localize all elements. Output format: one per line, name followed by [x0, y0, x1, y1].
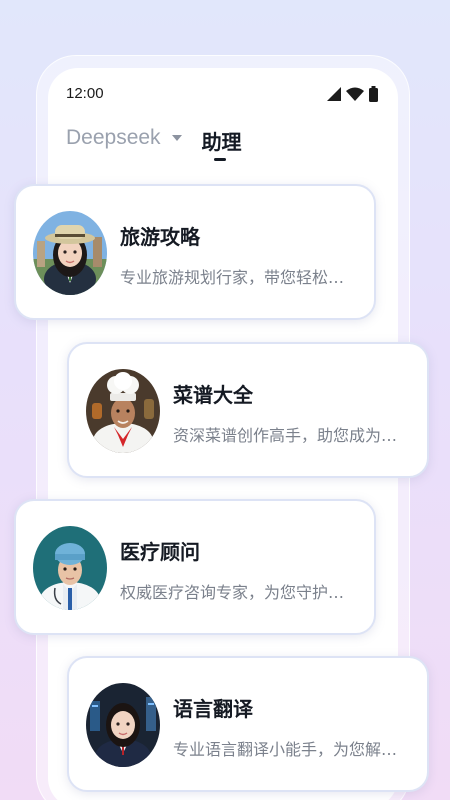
tab-assistant-label: 助理	[201, 130, 242, 154]
assistant-card-translation[interactable]: 语言翻译 专业语言翻译小能手，为您解…	[67, 656, 429, 792]
status-icons	[327, 86, 378, 102]
assistant-description: 专业旅游规划行家，带您轻松…	[120, 268, 345, 287]
status-time: 12:00	[66, 85, 104, 102]
assistant-description: 权威医疗咨询专家，为您守护…	[120, 583, 345, 602]
caret-down-icon[interactable]	[171, 135, 182, 141]
assistant-name: 旅游攻略	[120, 225, 200, 249]
tab-bar: Deepseek 助理	[66, 126, 242, 166]
assistant-card-recipes[interactable]: 菜谱大全 资深菜谱创作高手，助您成为…	[67, 342, 429, 478]
chef-avatar	[86, 369, 160, 453]
assistant-name: 菜谱大全	[173, 383, 253, 407]
traveler-avatar	[33, 211, 107, 295]
cellular-signal-icon	[327, 87, 341, 101]
tab-deepseek-label: Deepseek	[66, 126, 161, 149]
assistant-card-medical[interactable]: 医疗顾问 权威医疗咨询专家，为您守护…	[14, 499, 376, 635]
doctor-avatar	[33, 526, 107, 610]
assistant-name: 医疗顾问	[120, 540, 200, 564]
active-tab-indicator	[213, 158, 226, 161]
assistant-card-travel[interactable]: 旅游攻略 专业旅游规划行家，带您轻松…	[14, 184, 376, 320]
assistant-description: 资深菜谱创作高手，助您成为…	[173, 426, 398, 445]
tab-deepseek[interactable]: Deepseek	[66, 126, 182, 150]
tab-assistant[interactable]: 助理	[201, 126, 242, 161]
wifi-icon	[346, 87, 364, 101]
battery-icon	[369, 86, 378, 102]
translator-avatar	[86, 683, 160, 767]
assistant-description: 专业语言翻译小能手，为您解…	[173, 740, 398, 759]
assistant-name: 语言翻译	[173, 697, 253, 721]
status-bar: 12:00	[48, 80, 398, 108]
